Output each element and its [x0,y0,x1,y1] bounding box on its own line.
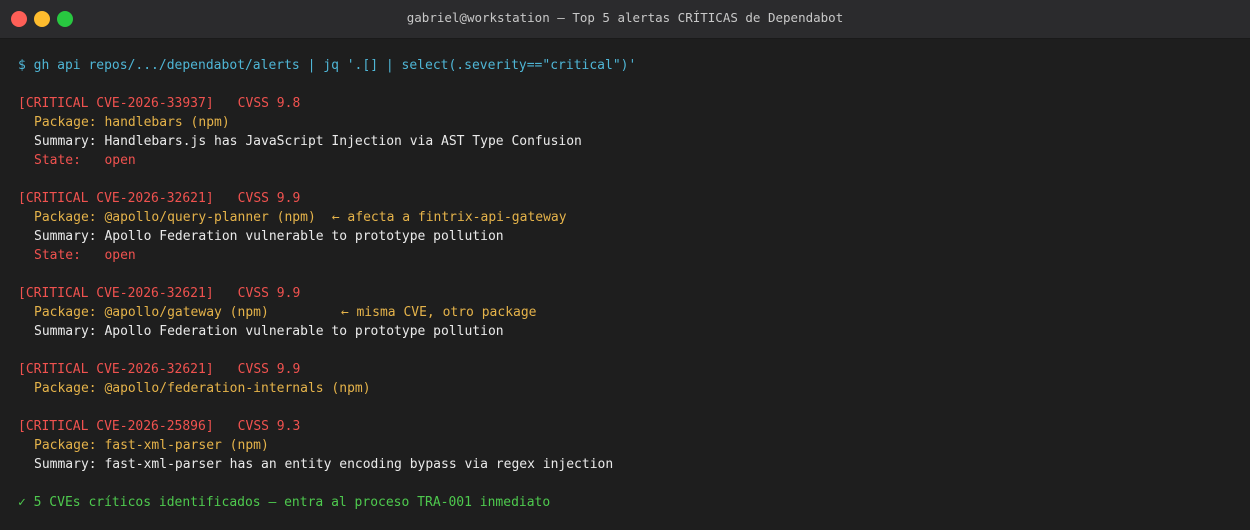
summary-text: Apollo Federation vulnerable to prototyp… [104,324,504,339]
package-label: Package: [34,438,105,453]
alert-package-line: Package: handlebars (npm) [18,113,1232,132]
summary-label: Summary: [34,229,105,244]
alert-package-line: Package: @apollo/query-planner (npm) ← af… [18,208,1232,227]
terminal-window: gabriel@workstation — Top 5 alertas CRÍT… [0,0,1250,530]
package-name: @apollo/federation-internals (npm) [104,381,371,396]
alert-header: [CRITICAL CVE-2026-25896] CVSS 9.3 [18,417,1232,436]
alert-summary-line: Summary: Apollo Federation vulnerable to… [18,322,1232,341]
package-label: Package: [34,210,105,225]
alert-package-line: Package: @apollo/gateway (npm) ← misma CV… [18,303,1232,322]
alert-state-line: State: open [18,151,1232,170]
package-label: Package: [34,115,105,130]
alert-cvss: CVSS 9.9 [237,286,301,301]
alert-id: [CRITICAL CVE-2026-32621] [18,362,214,377]
alert-cvss: CVSS 9.8 [237,96,301,111]
title-bar: gabriel@workstation — Top 5 alertas CRÍT… [0,0,1250,39]
alert-summary-line: Summary: Handlebars.js has JavaScript In… [18,132,1232,151]
state-label: State: [34,153,105,168]
state-value: open [104,248,136,263]
package-note: ← misma CVE, otro package [340,305,537,320]
alert-package-line: Package: fast-xml-parser (npm) [18,436,1232,455]
package-name: @apollo/query-planner (npm) [104,210,316,225]
package-note: ← afecta a fintrix-api-gateway [331,210,567,225]
package-name: handlebars (npm) [104,115,230,130]
alert-summary-line: Summary: Apollo Federation vulnerable to… [18,227,1232,246]
package-label: Package: [34,305,105,320]
summary-label: Summary: [34,457,105,472]
state-value: open [104,153,136,168]
result-summary: ✓ 5 CVEs críticos identificados — entra … [18,495,551,510]
command-line: $ gh api repos/.../dependabot/alerts | j… [18,58,637,73]
alert-header: [CRITICAL CVE-2026-32621] CVSS 9.9 [18,189,1232,208]
alert-package-line: Package: @apollo/federation-internals (n… [18,379,1232,398]
alert-cvss: CVSS 9.9 [237,362,301,377]
alert-summary-line: Summary: fast-xml-parser has an entity e… [18,455,1232,474]
terminal-output[interactable]: $ gh api repos/.../dependabot/alerts | j… [0,39,1250,512]
alert-cvss: CVSS 9.3 [237,419,301,434]
summary-text: Handlebars.js has JavaScript Injection v… [104,134,582,149]
alert-id: [CRITICAL CVE-2026-25896] [18,419,214,434]
alert-id: [CRITICAL CVE-2026-32621] [18,286,214,301]
state-label: State: [34,248,105,263]
alert-cvss: CVSS 9.9 [237,191,301,206]
window-title: gabriel@workstation — Top 5 alertas CRÍT… [406,10,844,25]
alert-header: [CRITICAL CVE-2026-32621] CVSS 9.9 [18,360,1232,379]
alert-header: [CRITICAL CVE-2026-32621] CVSS 9.9 [18,284,1232,303]
alert-state-line: State: open [18,246,1232,265]
package-name: @apollo/gateway (npm) [104,305,269,320]
package-name: fast-xml-parser (npm) [104,438,269,453]
summary-text: fast-xml-parser has an entity encoding b… [104,457,614,472]
alert-header: [CRITICAL CVE-2026-33937] CVSS 9.8 [18,94,1232,113]
summary-label: Summary: [34,324,105,339]
alert-id: [CRITICAL CVE-2026-33937] [18,96,214,111]
summary-label: Summary: [34,134,105,149]
summary-text: Apollo Federation vulnerable to prototyp… [104,229,504,244]
package-label: Package: [34,381,105,396]
alert-id: [CRITICAL CVE-2026-32621] [18,191,214,206]
